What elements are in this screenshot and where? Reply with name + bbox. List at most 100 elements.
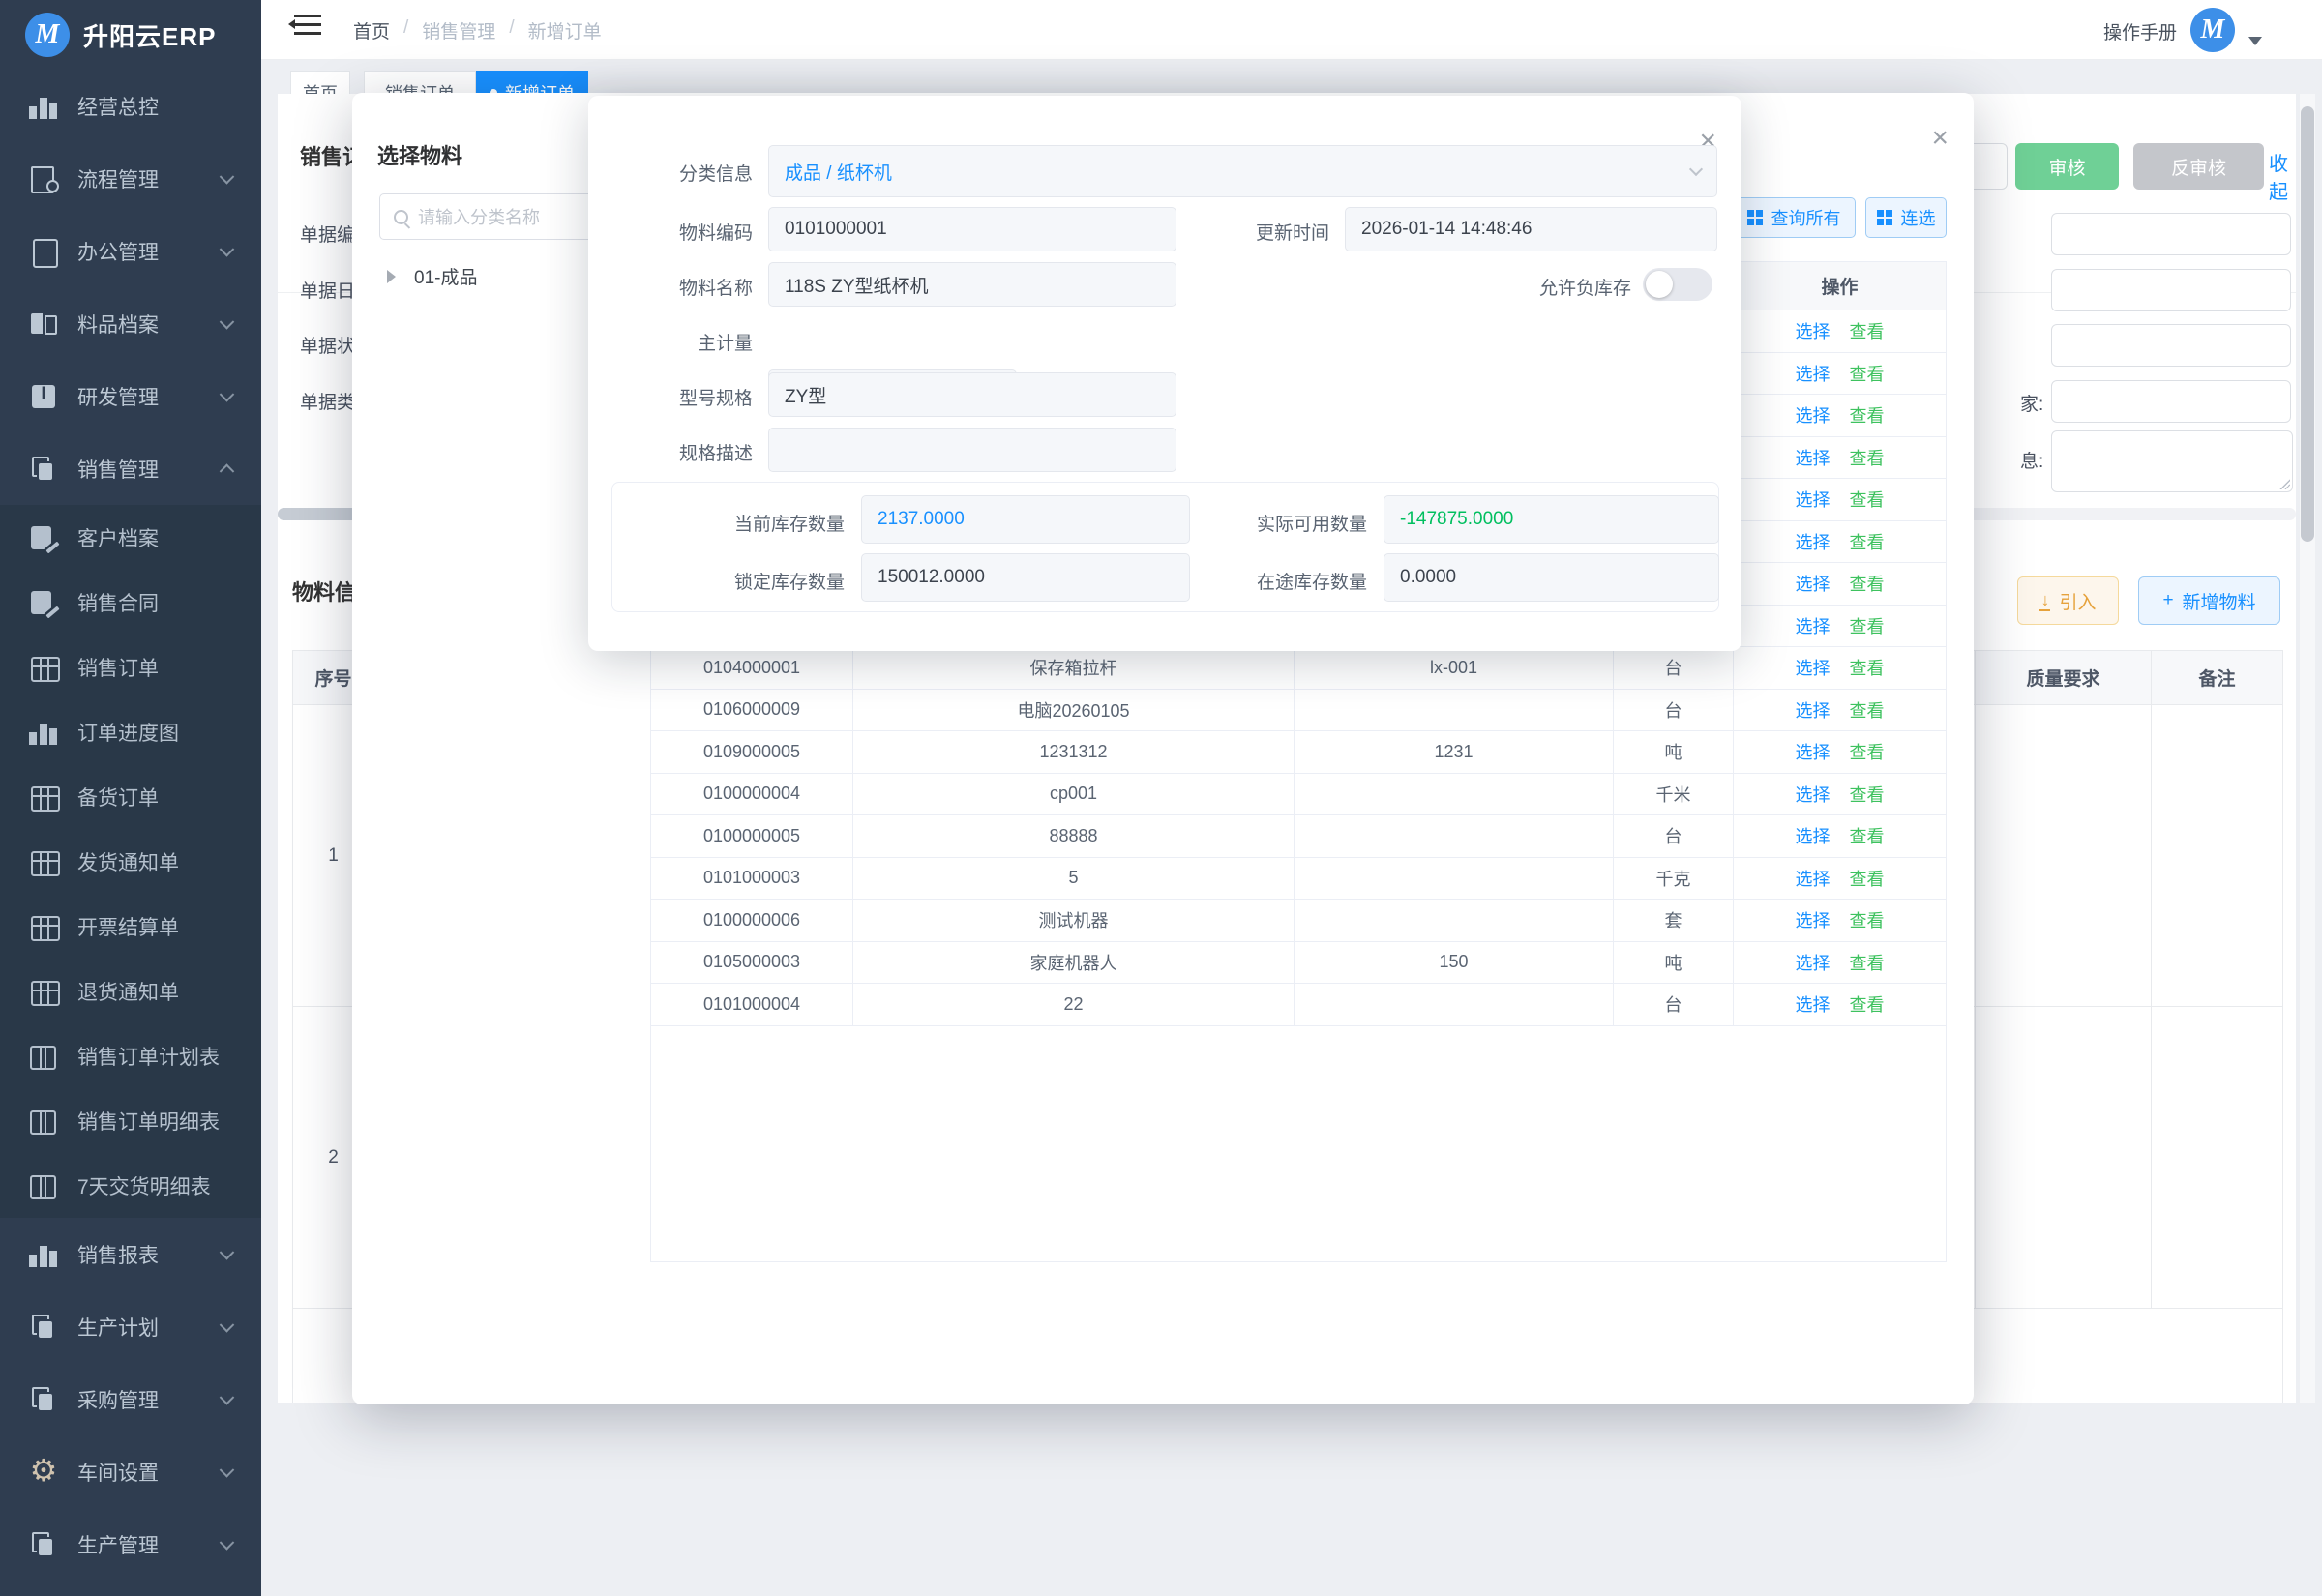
view-link[interactable]: 查看 — [1850, 487, 1885, 512]
sidebar-item-开票结算单[interactable]: 开票结算单 — [0, 894, 261, 959]
select-link[interactable]: 选择 — [1796, 529, 1831, 554]
select-link[interactable]: 选择 — [1796, 697, 1831, 723]
select-link[interactable]: 选择 — [1796, 782, 1831, 807]
audit-button[interactable]: 审核 — [2015, 143, 2119, 190]
sidebar-item-生产管理[interactable]: 生产管理 — [0, 1508, 261, 1581]
user-menu-caret-icon[interactable] — [2248, 37, 2262, 52]
user-avatar[interactable]: M — [2190, 8, 2235, 52]
row-remark-cell[interactable] — [2152, 705, 2282, 1006]
resize-grip-icon[interactable] — [2278, 478, 2290, 489]
unaudit-button[interactable]: 反审核 — [2133, 143, 2264, 190]
breadcrumb-home[interactable]: 首页 — [353, 17, 390, 44]
sidebar-item-销售报表[interactable]: 销售报表 — [0, 1218, 261, 1290]
chevron-down-icon[interactable] — [220, 314, 235, 330]
menu-collapse-icon[interactable] — [294, 23, 321, 26]
sidebar-item-退货通知单[interactable]: 退货通知单 — [0, 959, 261, 1023]
select-link[interactable]: 选择 — [1796, 739, 1831, 764]
sidebar-item-发货通知单[interactable]: 发货通知单 — [0, 829, 261, 894]
view-link[interactable]: 查看 — [1850, 571, 1885, 596]
sidebar-item-销售订单[interactable]: 销售订单 — [0, 635, 261, 699]
add-material-button[interactable]: + 新增物料 — [2138, 576, 2280, 625]
view-link[interactable]: 查看 — [1850, 950, 1885, 975]
modal-close-icon[interactable]: × — [1931, 124, 1949, 153]
sidebar-item-销售管理[interactable]: 销售管理 — [0, 432, 261, 505]
view-link[interactable]: 查看 — [1850, 907, 1885, 932]
form-input-4[interactable] — [2051, 380, 2291, 423]
select-link[interactable]: 选择 — [1796, 613, 1831, 638]
sidebar-item-办公管理[interactable]: 办公管理 — [0, 215, 261, 287]
view-link[interactable]: 查看 — [1850, 402, 1885, 428]
chevron-down-icon[interactable] — [220, 1317, 235, 1333]
vertical-scrollbar-thumb[interactable] — [2301, 106, 2314, 542]
available-input[interactable]: -147875.0000 — [1384, 495, 1719, 544]
view-link[interactable]: 查看 — [1850, 529, 1885, 554]
select-link[interactable]: 选择 — [1796, 361, 1831, 386]
tree-caret-icon[interactable] — [387, 270, 402, 283]
code-input[interactable]: 0101000001 — [768, 207, 1176, 251]
view-link[interactable]: 查看 — [1850, 739, 1885, 764]
select-link[interactable]: 选择 — [1796, 866, 1831, 891]
sidebar-item-生产计划[interactable]: 生产计划 — [0, 1290, 261, 1363]
row-remark-cell[interactable] — [2152, 1007, 2282, 1308]
sidebar-item-加工车间[interactable]: 加工车间 — [0, 1581, 261, 1596]
select-link[interactable]: 选择 — [1796, 445, 1831, 470]
sidebar-item-采购管理[interactable]: 采购管理 — [0, 1363, 261, 1435]
view-link[interactable]: 查看 — [1850, 991, 1885, 1017]
chevron-down-icon[interactable] — [220, 1245, 235, 1260]
select-link[interactable]: 选择 — [1796, 950, 1831, 975]
select-link[interactable]: 选择 — [1796, 402, 1831, 428]
locked-stock-input[interactable]: 150012.0000 — [861, 553, 1190, 602]
select-link[interactable]: 选择 — [1796, 655, 1831, 680]
select-link[interactable]: 选择 — [1796, 823, 1831, 848]
query-all-button[interactable]: 查询所有 — [1732, 197, 1856, 238]
chevron-up-icon[interactable] — [220, 463, 235, 479]
view-link[interactable]: 查看 — [1850, 613, 1885, 638]
collapse-link[interactable]: 收起 — [2269, 148, 2296, 204]
chevron-down-icon[interactable] — [220, 387, 235, 402]
name-input[interactable]: 118S ZY型纸杯机 — [768, 262, 1176, 307]
negative-stock-toggle[interactable] — [1643, 268, 1712, 301]
vertical-scrollbar[interactable] — [2300, 94, 2315, 1403]
updated-input[interactable]: 2026-01-14 14:48:46 — [1345, 207, 1717, 251]
view-link[interactable]: 查看 — [1850, 445, 1885, 470]
view-link[interactable]: 查看 — [1850, 823, 1885, 848]
sidebar-item-研发管理[interactable]: 研发管理 — [0, 360, 261, 432]
sidebar-item-经营总控[interactable]: 经营总控 — [0, 70, 261, 142]
view-link[interactable]: 查看 — [1850, 697, 1885, 723]
spec-input[interactable] — [768, 428, 1176, 472]
chevron-down-icon[interactable] — [220, 1463, 235, 1478]
chevron-down-icon[interactable] — [220, 169, 235, 185]
sidebar-item-流程管理[interactable]: 流程管理 — [0, 142, 261, 215]
current-stock-input[interactable]: 2137.0000 — [861, 495, 1190, 544]
chevron-down-icon[interactable] — [220, 1535, 235, 1551]
sidebar-item-备货订单[interactable]: 备货订单 — [0, 764, 261, 829]
transit-stock-input[interactable]: 0.0000 — [1384, 553, 1719, 602]
sidebar-item-料品档案[interactable]: 料品档案 — [0, 287, 261, 360]
view-link[interactable]: 查看 — [1850, 655, 1885, 680]
form-input-1[interactable] — [2051, 213, 2291, 255]
view-link[interactable]: 查看 — [1850, 782, 1885, 807]
remark-textarea[interactable] — [2051, 430, 2293, 492]
row-quality-cell[interactable] — [1976, 705, 2152, 1006]
sidebar-item-销售合同[interactable]: 销售合同 — [0, 570, 261, 635]
select-link[interactable]: 选择 — [1796, 991, 1831, 1017]
select-link[interactable]: 选择 — [1796, 487, 1831, 512]
view-link[interactable]: 查看 — [1850, 361, 1885, 386]
breadcrumb-sales[interactable]: 销售管理 — [422, 17, 495, 44]
select-link[interactable]: 选择 — [1796, 907, 1831, 932]
view-link[interactable]: 查看 — [1850, 318, 1885, 343]
select-link[interactable]: 选择 — [1796, 318, 1831, 343]
sidebar-item-销售订单计划表[interactable]: 销售订单计划表 — [0, 1023, 261, 1088]
manual-link[interactable]: 操作手册 — [2103, 18, 2177, 44]
tree-item-finished-goods[interactable]: 01-成品 — [387, 263, 477, 289]
form-input-3[interactable] — [2051, 324, 2291, 367]
form-input-2[interactable] — [2051, 269, 2291, 311]
model-input[interactable]: ZY型 — [768, 372, 1176, 417]
multi-select-button[interactable]: 连选 — [1865, 197, 1947, 238]
row-quality-cell[interactable] — [1976, 1007, 2152, 1308]
sidebar-item-7天交货明细表[interactable]: 7天交货明细表 — [0, 1153, 261, 1218]
sidebar-item-销售订单明细表[interactable]: 销售订单明细表 — [0, 1088, 261, 1153]
import-button[interactable]: ↓ 引入 — [2017, 576, 2119, 625]
sidebar-item-客户档案[interactable]: 客户档案 — [0, 505, 261, 570]
sidebar-item-订单进度图[interactable]: 订单进度图 — [0, 699, 261, 764]
